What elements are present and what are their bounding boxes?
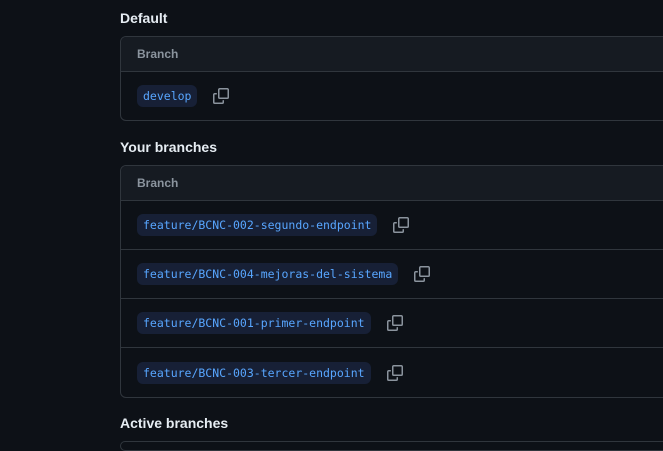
branch-name-link[interactable]: feature/BCNC-001-primer-endpoint	[137, 312, 371, 334]
copy-icon	[414, 266, 431, 282]
branch-column-header: Branch	[121, 37, 663, 72]
active-branches-section-title: Active branches	[120, 415, 229, 431]
branch-column-header: Branch	[121, 166, 663, 201]
branch-name-link[interactable]: feature/BCNC-003-tercer-endpoint	[137, 361, 371, 384]
branch-row: feature/BCNC-003-tercer-endpoint	[121, 348, 663, 397]
copy-icon	[386, 315, 403, 331]
copy-icon	[386, 364, 403, 381]
copy-branch-name-button[interactable]	[383, 361, 407, 385]
branch-row: feature/BCNC-002-segundo-endpoint	[121, 201, 663, 250]
default-branch-table: Branch develop	[120, 36, 663, 121]
copy-branch-name-button[interactable]	[383, 311, 407, 335]
branch-name-link[interactable]: feature/BCNC-004-mejoras-del-sistema	[137, 263, 399, 285]
your-branches-section-title: Your branches	[120, 139, 217, 155]
copy-branch-name-button[interactable]	[209, 84, 233, 108]
copy-branch-name-button[interactable]	[389, 213, 413, 237]
copy-branch-name-button[interactable]	[410, 262, 434, 286]
branch-name-link[interactable]: develop	[137, 85, 198, 107]
branch-row: feature/BCNC-004-mejoras-del-sistema	[121, 250, 663, 299]
copy-icon	[393, 217, 410, 233]
active-branches-table	[120, 441, 663, 451]
branch-name-link[interactable]: feature/BCNC-002-segundo-endpoint	[137, 214, 378, 236]
your-branches-table: Branch feature/BCNC-002-segundo-endpoint…	[120, 165, 663, 398]
branch-row: feature/BCNC-001-primer-endpoint	[121, 299, 663, 348]
branch-row: develop	[121, 72, 663, 120]
default-section-title: Default	[120, 10, 168, 26]
copy-icon	[213, 88, 230, 104]
